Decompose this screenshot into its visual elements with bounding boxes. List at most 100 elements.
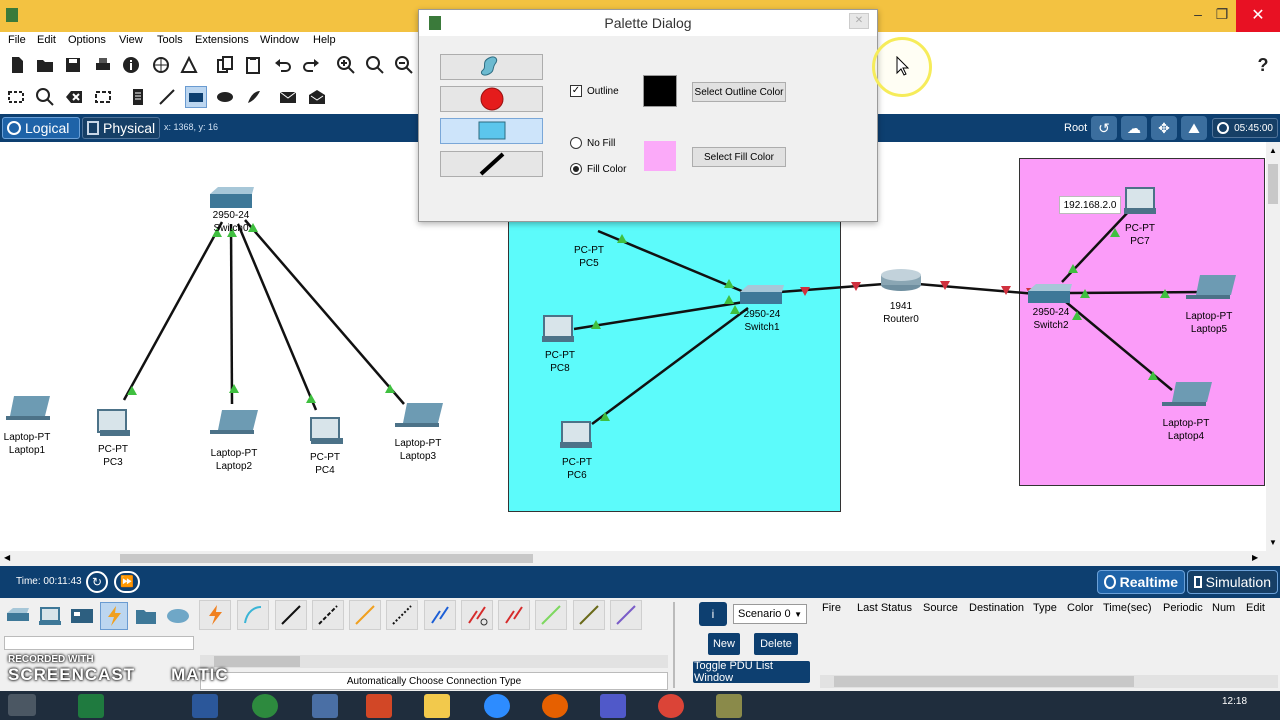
device-laptop5[interactable]: Laptop-PT Laptop5 bbox=[1181, 310, 1237, 336]
realtime-mode-button[interactable]: Realtime bbox=[1097, 570, 1185, 594]
device-pc8[interactable]: PC-PT PC8 bbox=[537, 349, 583, 375]
scroll-up-icon[interactable]: ▲ bbox=[1269, 146, 1277, 155]
new-scenario-button[interactable]: New bbox=[708, 633, 740, 655]
straight-through-icon[interactable] bbox=[275, 600, 307, 630]
save-icon[interactable] bbox=[62, 54, 84, 76]
auto-connection-icon[interactable] bbox=[199, 600, 231, 630]
toggle-pdu-list-button[interactable]: Toggle PDU List Window bbox=[693, 660, 810, 684]
start-icon[interactable] bbox=[8, 694, 36, 716]
file-explorer-icon[interactable] bbox=[424, 694, 450, 718]
excel-icon[interactable] bbox=[78, 694, 104, 718]
undo-icon[interactable] bbox=[272, 54, 294, 76]
firefox-icon[interactable] bbox=[542, 694, 568, 718]
menu-window[interactable]: Window bbox=[260, 34, 299, 46]
background-image-icon[interactable]: ⛰ bbox=[1181, 116, 1207, 140]
simulation-mode-button[interactable]: Simulation bbox=[1187, 570, 1278, 594]
resize-shape-icon[interactable] bbox=[92, 86, 114, 108]
menu-view[interactable]: View bbox=[119, 34, 143, 46]
outline-checkbox[interactable]: ✓ bbox=[570, 85, 582, 97]
outline-color-swatch[interactable] bbox=[643, 75, 677, 107]
fill-color-swatch[interactable] bbox=[643, 140, 677, 172]
device-search-field[interactable] bbox=[4, 636, 194, 650]
scroll-down-icon[interactable]: ▼ bbox=[1269, 538, 1277, 547]
delete-scenario-button[interactable]: Delete bbox=[754, 633, 798, 655]
vertical-scroll-thumb[interactable] bbox=[1268, 164, 1278, 204]
menu-edit[interactable]: Edit bbox=[37, 34, 56, 46]
device-laptop4[interactable]: Laptop-PT Laptop4 bbox=[1158, 417, 1214, 443]
components-icon[interactable] bbox=[68, 602, 96, 630]
menu-tools[interactable]: Tools bbox=[157, 34, 183, 46]
menu-help[interactable]: Help bbox=[313, 34, 336, 46]
add-complex-pdu-icon[interactable] bbox=[306, 86, 328, 108]
device-router0[interactable]: 1941 Router0 bbox=[876, 300, 926, 326]
print-icon[interactable] bbox=[92, 54, 114, 76]
zoom-reset-icon[interactable] bbox=[364, 54, 386, 76]
delete-icon[interactable] bbox=[63, 86, 85, 108]
select-outline-color-button[interactable]: Select Outline Color bbox=[692, 82, 786, 102]
usb-cable-icon[interactable] bbox=[610, 600, 642, 630]
maximize-button[interactable]: ❐ bbox=[1208, 6, 1236, 23]
move-object-icon[interactable]: ✥ bbox=[1151, 116, 1177, 140]
select-fill-color-button[interactable]: Select Fill Color bbox=[692, 147, 786, 167]
chrome-2-icon[interactable] bbox=[658, 694, 684, 718]
packet-tracer-taskbar-icon[interactable] bbox=[716, 694, 742, 718]
new-file-icon[interactable] bbox=[6, 54, 28, 76]
crossover-icon[interactable] bbox=[312, 600, 344, 630]
power-cycle-icon[interactable]: ↻ bbox=[86, 571, 108, 593]
draw-ellipse-icon[interactable] bbox=[214, 86, 236, 108]
tab-physical[interactable]: Physical bbox=[82, 117, 160, 139]
info-icon[interactable] bbox=[120, 54, 142, 76]
serial-dce-icon[interactable] bbox=[461, 600, 493, 630]
chrome-icon[interactable] bbox=[252, 694, 278, 718]
pdu-info-icon[interactable]: i bbox=[699, 602, 727, 626]
rectangle-shape-button[interactable] bbox=[440, 118, 543, 144]
phone-cable-icon[interactable] bbox=[386, 600, 418, 630]
line-shape-button[interactable] bbox=[440, 151, 543, 177]
back-icon[interactable]: ↺ bbox=[1091, 116, 1117, 140]
zoom-out-icon[interactable] bbox=[393, 54, 415, 76]
freeform-icon[interactable] bbox=[243, 86, 265, 108]
device-switch1[interactable]: 2950-24 Switch1 bbox=[736, 308, 788, 334]
device-pc6[interactable]: PC-PT PC6 bbox=[554, 456, 600, 482]
close-window-button[interactable]: ✕ bbox=[1236, 0, 1280, 32]
fiber-icon[interactable] bbox=[349, 600, 381, 630]
device-pc3[interactable]: PC-PT PC3 bbox=[90, 443, 136, 469]
misc-icon[interactable] bbox=[132, 602, 160, 630]
add-simple-pdu-icon[interactable] bbox=[277, 86, 299, 108]
serial-dte-icon[interactable] bbox=[498, 600, 530, 630]
network-devices-icon[interactable] bbox=[4, 602, 32, 630]
no-fill-radio[interactable] bbox=[570, 137, 582, 149]
scroll-right-icon[interactable]: ▶ bbox=[1252, 553, 1258, 562]
fill-color-radio[interactable] bbox=[570, 163, 582, 175]
zoom-in-icon[interactable] bbox=[335, 54, 357, 76]
select-icon[interactable] bbox=[5, 86, 27, 108]
horizontal-scrollbar[interactable]: ◀ ▶ bbox=[0, 551, 1280, 566]
ip-note-label[interactable]: 192.168.2.0 bbox=[1059, 196, 1121, 214]
device-pc7[interactable]: PC-PT PC7 bbox=[1117, 222, 1163, 248]
device-switch0[interactable]: 2950-24 Switch0 bbox=[205, 209, 257, 235]
open-folder-icon[interactable] bbox=[34, 54, 56, 76]
end-devices-icon[interactable] bbox=[36, 602, 64, 630]
freeform-shape-button[interactable] bbox=[440, 54, 543, 80]
inspect-icon[interactable] bbox=[34, 86, 56, 108]
dialog-close-button[interactable]: ✕ bbox=[849, 13, 869, 29]
word-icon[interactable] bbox=[192, 694, 218, 718]
help-question-icon[interactable]: ? bbox=[1252, 54, 1274, 76]
device-switch2[interactable]: 2950-24 Switch2 bbox=[1025, 306, 1077, 332]
multiuser-icon[interactable] bbox=[164, 602, 192, 630]
iot-cable-icon[interactable] bbox=[573, 600, 605, 630]
draw-rectangle-icon[interactable] bbox=[185, 86, 207, 108]
redo-icon[interactable] bbox=[300, 54, 322, 76]
menu-options[interactable]: Options bbox=[68, 34, 106, 46]
copy-icon[interactable] bbox=[214, 54, 236, 76]
connection-scrollbar[interactable] bbox=[200, 655, 668, 668]
menu-extensions[interactable]: Extensions bbox=[195, 34, 249, 46]
powerpoint-icon[interactable] bbox=[366, 694, 392, 718]
place-note-icon[interactable] bbox=[127, 86, 149, 108]
connections-icon[interactable] bbox=[100, 602, 128, 630]
scenario-select[interactable]: Scenario 0 ▼ bbox=[733, 604, 807, 624]
ellipse-shape-button[interactable] bbox=[440, 86, 543, 112]
horizontal-scroll-thumb[interactable] bbox=[120, 554, 533, 563]
device-laptop1[interactable]: Laptop-PT Laptop1 bbox=[0, 431, 54, 457]
device-pc5[interactable]: PC-PT PC5 bbox=[566, 244, 612, 270]
